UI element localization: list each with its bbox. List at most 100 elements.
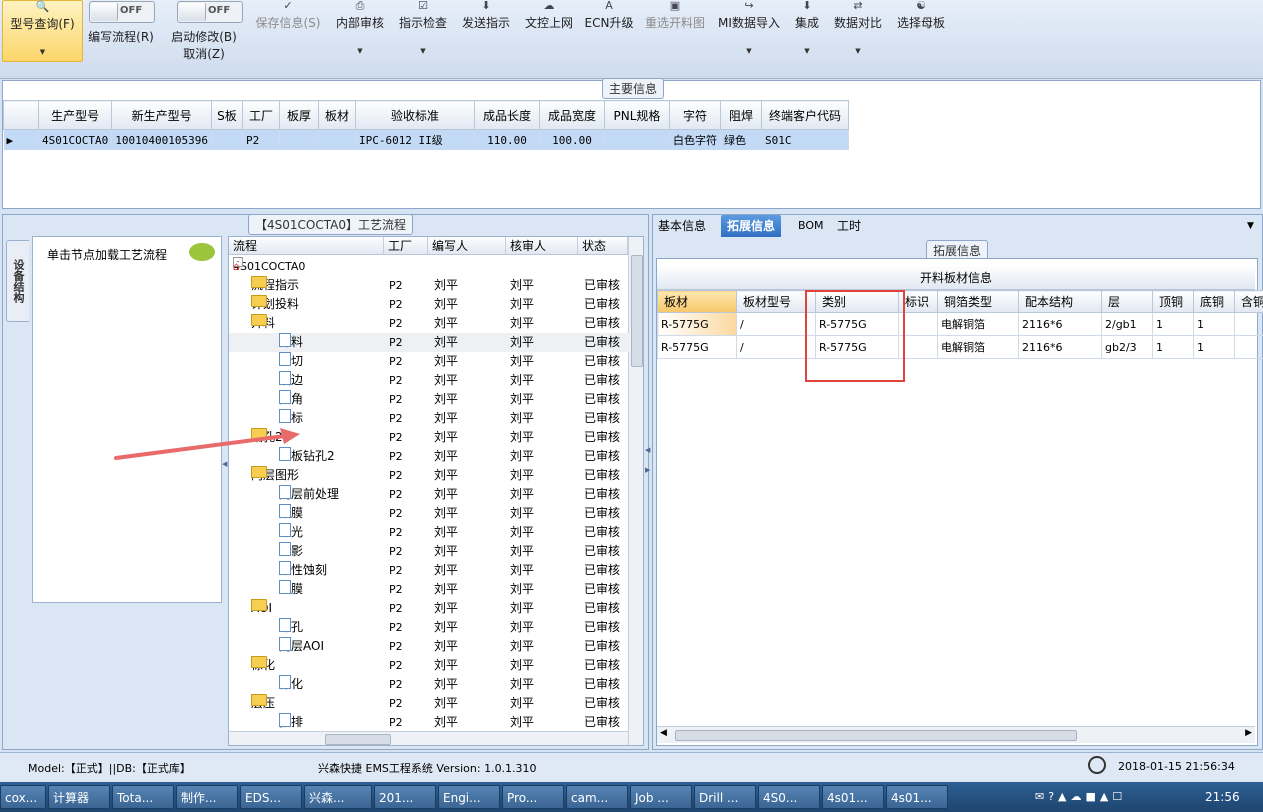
edit-flow-button[interactable]: 编写流程(R) <box>84 28 158 44</box>
taskbar-item[interactable]: 4S0... <box>758 785 820 809</box>
tree-row[interactable]: 冲孔 P2 刘平 刘平 已审核 <box>229 618 629 637</box>
tree-row[interactable]: 显影 P2 刘平 刘平 已审核 <box>229 542 629 561</box>
main-col-header[interactable]: 新生产型号 <box>111 100 212 130</box>
tree-row[interactable]: 圆角 P2 刘平 刘平 已审核 <box>229 390 629 409</box>
material-col-header[interactable]: 层 <box>1101 290 1153 313</box>
material-cell[interactable]: / <box>736 312 816 336</box>
tab-work-hours[interactable]: 工时 <box>831 215 867 237</box>
main-col-header[interactable]: 工厂 <box>241 100 280 130</box>
material-cell[interactable]: 电解铜箔 <box>937 312 1019 336</box>
col-header-reviewer[interactable]: 核审人 <box>506 237 578 255</box>
system-tray-icons[interactable]: ✉?▲☁■▲☐ <box>1035 790 1126 803</box>
material-cell[interactable]: 1 <box>1193 335 1235 359</box>
main-col-header[interactable]: 验收标准 <box>354 100 475 130</box>
main-col-header[interactable]: 成品长度 <box>473 100 540 130</box>
material-col-header[interactable]: 板材型号 <box>736 290 816 313</box>
tree-row[interactable]: -棕化P2刘平刘平已审核 <box>229 656 629 675</box>
tree-row[interactable]: -层压P2刘平刘平已审核 <box>229 694 629 713</box>
taskbar-item[interactable]: cam... <box>566 785 628 809</box>
main-cell[interactable]: 4S01COCTA0 <box>38 129 113 150</box>
main-col-header[interactable]: 板厚 <box>278 100 319 130</box>
tree-root[interactable]: - ⌂ 4S01COCTA0 <box>229 257 629 276</box>
mi-data-import-button[interactable]: ↪ MI数据导入 ▼ <box>716 0 782 62</box>
tree-vertical-scrollbar[interactable] <box>628 237 643 745</box>
material-cell[interactable] <box>1234 335 1263 359</box>
tab-bom[interactable]: BOM <box>792 215 830 237</box>
instruction-check-button[interactable]: ☑ 指示检查 ▼ <box>397 0 449 62</box>
taskbar-item[interactable]: Engi... <box>438 785 500 809</box>
material-cell[interactable]: R-5775G <box>657 312 737 336</box>
doc-control-online-button[interactable]: ☁ 文控上网 <box>522 0 576 62</box>
main-cell[interactable] <box>604 129 670 150</box>
main-col-header[interactable]: 字符 <box>668 100 721 130</box>
tree-row[interactable]: +计划投料P2刘平刘平已审核 <box>229 295 629 314</box>
taskbar-item[interactable]: 201... <box>374 785 436 809</box>
material-col-header[interactable]: 顶铜 <box>1152 290 1194 313</box>
tree-row[interactable]: 贴膜 P2 刘平 刘平 已审核 <box>229 504 629 523</box>
tree-row[interactable]: 退膜 P2 刘平 刘平 已审核 <box>229 580 629 599</box>
taskbar-item[interactable]: Tota... <box>112 785 174 809</box>
col-header-status[interactable]: 状态 <box>578 237 628 255</box>
material-cell[interactable]: 1 <box>1152 335 1194 359</box>
material-cell[interactable]: 2/gb1 <box>1101 312 1153 336</box>
table-horizontal-scrollbar[interactable]: ◀ ▶ <box>657 726 1255 743</box>
material-cell[interactable]: 1 <box>1193 312 1235 336</box>
tree-row[interactable]: 磨边 P2 刘平 刘平 已审核 <box>229 371 629 390</box>
tree-row[interactable]: 内层前处理 P2 刘平 刘平 已审核 <box>229 485 629 504</box>
main-cell[interactable]: S01C <box>761 129 849 150</box>
material-cell[interactable] <box>1234 312 1263 336</box>
material-cell[interactable]: R-5775G <box>657 335 737 359</box>
save-info-button[interactable]: ✓ 保存信息(S) <box>252 0 324 62</box>
table-row[interactable]: ▶ 4S01COCTA0 10010400105396 P2 IPC-6012 II级… <box>3 129 849 150</box>
tree-row[interactable]: 开料 P2 刘平 刘平 已审核 <box>229 333 629 352</box>
send-instruction-button[interactable]: ⬇ 发送指示 <box>459 0 513 62</box>
tab-extended-info[interactable]: 拓展信息 <box>721 215 782 237</box>
cancel-label[interactable]: 取消(Z) <box>168 45 240 62</box>
taskbar-item[interactable]: EDS... <box>240 785 302 809</box>
material-cell[interactable]: gb2/3 <box>1101 335 1153 359</box>
tree-row[interactable]: 棕化 P2 刘平 刘平 已审核 <box>229 675 629 694</box>
scrollbar-thumb[interactable] <box>325 734 391 745</box>
tree-horizontal-scrollbar[interactable] <box>229 731 628 745</box>
main-col-header[interactable]: 终端客户代码 <box>760 100 849 130</box>
main-cell[interactable]: P2 <box>242 129 280 150</box>
material-cell[interactable]: 2116*6 <box>1018 335 1102 359</box>
col-header-writer[interactable]: 编写人 <box>428 237 506 255</box>
chevron-down-icon[interactable]: ▼ <box>716 47 782 55</box>
equipment-structure-tab[interactable]: 设备结构 <box>6 240 29 322</box>
material-cell[interactable]: 1 <box>1152 312 1194 336</box>
scrollbar-thumb[interactable] <box>631 255 643 367</box>
model-query-button[interactable]: 🔍 型号查询(F) ▼ <box>2 0 83 62</box>
main-cell[interactable]: 10010400105396 <box>111 129 212 150</box>
main-col-header[interactable]: 生产型号 <box>37 100 113 130</box>
start-modify-toggle[interactable]: OFF <box>177 1 243 23</box>
taskbar-item[interactable]: 4s01... <box>886 785 948 809</box>
taskbar-item[interactable]: 制作... <box>176 785 238 809</box>
taskbar-item[interactable]: 4s01... <box>822 785 884 809</box>
taskbar-item[interactable]: 计算器 <box>48 785 110 809</box>
taskbar-item[interactable]: 兴森... <box>304 785 372 809</box>
chevron-down-icon[interactable]: ▼ <box>831 47 885 55</box>
main-cell[interactable] <box>211 129 243 150</box>
tree-row[interactable]: 裁切 P2 刘平 刘平 已审核 <box>229 352 629 371</box>
tree-row[interactable]: 内层AOI P2 刘平 刘平 已审核 <box>229 637 629 656</box>
splitter-handle[interactable]: ◀ ▶ <box>645 440 651 520</box>
reselect-cutting-map-button[interactable]: ▣ 重选开料图 <box>641 0 709 62</box>
arrow-left-icon[interactable]: ◀ <box>660 728 667 738</box>
main-cell[interactable] <box>318 129 356 150</box>
integration-button[interactable]: ⬇ 集成 ▼ <box>791 0 823 62</box>
tree-row[interactable]: +流程指示P2刘平刘平已审核 <box>229 276 629 295</box>
chevron-down-icon[interactable]: ▼ <box>334 47 386 55</box>
data-compare-button[interactable]: ⇄ 数据对比 ▼ <box>831 0 885 62</box>
tree-row[interactable]: 曝光 P2 刘平 刘平 已审核 <box>229 523 629 542</box>
ecn-upgrade-button[interactable]: A ECN升级 <box>584 0 634 62</box>
col-header-factory[interactable]: 工厂 <box>384 237 428 255</box>
tree-row[interactable]: -内层图形P2刘平刘平已审核 <box>229 466 629 485</box>
taskbar-item[interactable]: cox... <box>0 785 46 809</box>
main-cell[interactable]: 100.00 <box>539 129 605 150</box>
edit-flow-toggle[interactable]: OFF <box>89 1 155 23</box>
main-col-header[interactable]: S板 <box>210 100 243 130</box>
tree-row[interactable]: 预排 P2 刘平 刘平 已审核 <box>229 713 629 732</box>
main-cell[interactable]: 白色字符 <box>669 129 721 150</box>
material-cell[interactable]: / <box>736 335 816 359</box>
